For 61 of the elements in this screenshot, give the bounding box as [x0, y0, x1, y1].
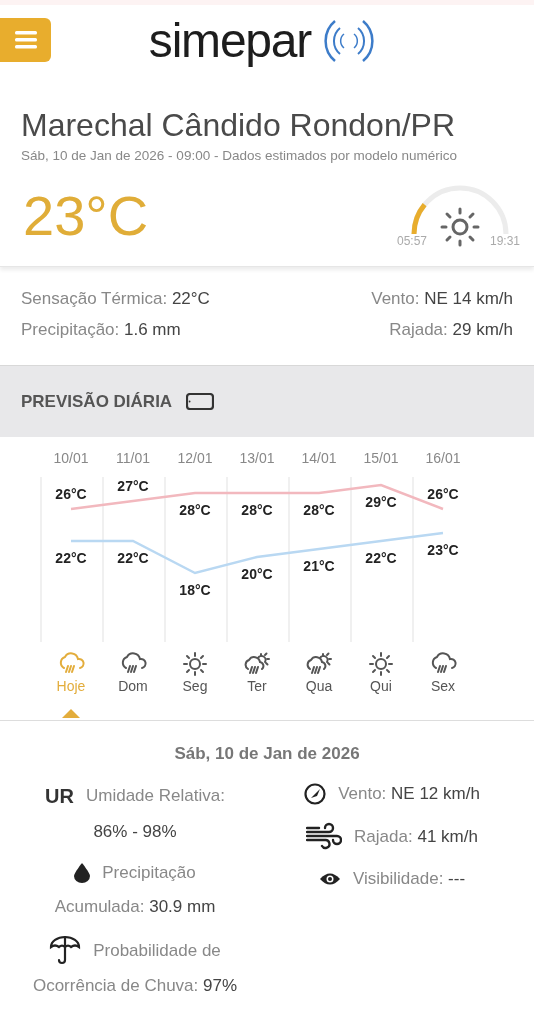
temperature-label: 26°C — [427, 486, 459, 503]
temperature-label: 20°C — [241, 566, 273, 583]
day-tab[interactable]: Qui — [350, 650, 412, 695]
stat-text: Sensação Térmica: 22°C — [21, 288, 210, 311]
compass-icon — [304, 782, 327, 805]
daylight-arc-fill — [411, 203, 427, 235]
temperature-label: 28°C — [179, 502, 211, 519]
date-label: 12/01 — [177, 450, 213, 467]
date-label: 14/01 — [301, 450, 337, 467]
location-title: Marechal Cândido Rondon/PR — [21, 106, 457, 144]
detail-text: Rajada: 41 km/h — [354, 825, 478, 848]
stat-text: Precipitação: 1.6 mm — [21, 319, 182, 342]
menu-icon — [14, 31, 37, 49]
temperature-label: 18°C — [179, 582, 211, 599]
detail-value: 86% - 98% — [93, 820, 177, 843]
day-tab[interactable]: Seg — [164, 650, 226, 695]
temperature-label: 21°C — [303, 558, 335, 575]
date-label: 11/01 — [116, 450, 150, 467]
section-title: PREVISÃO DIÁRIA — [21, 391, 173, 413]
drop-icon — [74, 863, 91, 883]
day-tab[interactable]: Dom — [102, 650, 164, 695]
temperature-label: 26°C — [55, 486, 87, 503]
sunrise-time: 05:57 — [397, 233, 428, 251]
detail-label: Umidade Relativa: — [86, 785, 225, 807]
phone-rotate-icon — [186, 393, 215, 411]
detail-label: Probabilidade de — [93, 939, 221, 962]
wind-icon — [306, 822, 343, 851]
umbrella-icon — [49, 935, 82, 966]
date-label: 10/01 — [53, 450, 89, 467]
date-label: 15/01 — [363, 450, 399, 467]
stat-text: Vento: NE 14 km/h — [371, 288, 513, 311]
detail-value: Ocorrência de Chuva: 97% — [32, 975, 238, 998]
humidity-label: UR — [45, 783, 74, 809]
sun-icon — [366, 650, 396, 679]
day-tab[interactable]: Qua — [288, 650, 350, 695]
day-tab[interactable]: Ter — [226, 650, 288, 695]
temperature-label: 27°C — [117, 478, 149, 495]
temperature-label: 22°C — [117, 550, 149, 567]
temperature-label: 23°C — [427, 542, 459, 559]
detail-label: Precipitação — [102, 862, 196, 885]
date-label: 16/01 — [425, 450, 461, 467]
temperature-label: 22°C — [55, 550, 87, 567]
current-temperature: 23°C — [23, 188, 149, 245]
sun-icon — [180, 650, 210, 679]
location-subtitle: Sáb, 10 de Jan de 2026 - 09:00 - Dados estimados por modelo numérico — [21, 147, 458, 165]
detail-value: Acumulada: 30.9 mm — [54, 895, 216, 918]
logo-text: simepar — [148, 16, 312, 65]
temperature-label: 28°C — [303, 502, 335, 519]
menu-button[interactable] — [0, 18, 51, 62]
eye-icon — [318, 872, 341, 886]
stat-text: Rajada: 29 km/h — [388, 319, 513, 342]
temperature-label: 28°C — [241, 502, 273, 519]
temperature-label: 22°C — [365, 550, 397, 567]
detail-text: Vento: NE 12 km/h — [338, 782, 480, 805]
temperature-label: 29°C — [365, 494, 397, 511]
detail-text: Visibilidade: --- — [352, 868, 466, 891]
day-tab[interactable]: Sex — [412, 650, 474, 695]
date-label: 13/01 — [239, 450, 275, 467]
detail-date: Sáb, 10 de Jan de 2026 — [173, 743, 361, 766]
selected-indicator — [62, 708, 80, 719]
sunset-time: 19:31 — [489, 233, 520, 251]
